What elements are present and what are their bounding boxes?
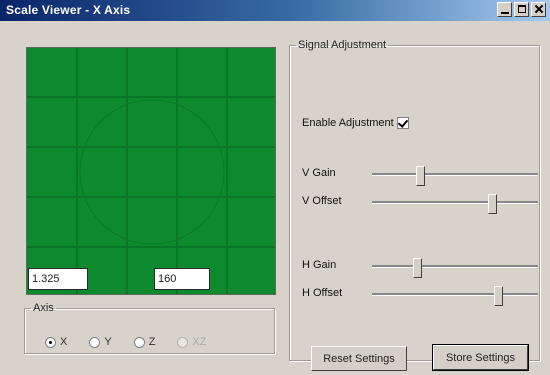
scope-readout-left[interactable]: 1.325 [28,268,88,290]
v-gain-slider-row: V Gain [302,164,538,186]
h-gain-slider[interactable] [372,258,538,278]
signal-adjustment-group: Signal Adjustment Enable Adjustment V Ga… [289,39,540,371]
window-controls [497,2,546,17]
radio-circle [177,336,189,348]
axis-group: Axis X Y Z XZ [24,302,275,354]
scope-grid [27,48,275,294]
radio-axis-x[interactable]: X [45,336,67,348]
window-client-area: 1.325 160 Axis X Y Z XZ Signal Adjustmen [0,21,550,375]
radio-label: XZ [192,336,207,348]
radio-label: Y [104,336,112,348]
v-gain-slider-thumb[interactable] [416,166,426,186]
close-icon[interactable] [531,2,546,17]
axis-legend: Axis [33,302,54,314]
enable-adjustment-row[interactable]: Enable Adjustment [302,117,409,129]
v-gain-slider[interactable] [372,166,538,186]
window-title: Scale Viewer - X Axis [6,3,131,17]
radio-circle [89,336,101,348]
radio-axis-z[interactable]: Z [133,336,156,348]
scope-display: 1.325 160 [26,47,276,295]
v-offset-slider[interactable] [372,194,538,214]
radio-axis-xz: XZ [177,336,206,348]
h-offset-slider-thumb[interactable] [494,286,504,306]
v-offset-slider-thumb[interactable] [487,194,497,214]
radio-label: Z [148,336,156,348]
reset-settings-button[interactable]: Reset Settings [311,346,407,371]
v-gain-label: V Gain [302,167,336,179]
radio-label: X [60,336,68,348]
scope-readout-right[interactable]: 160 [154,268,210,290]
h-offset-slider[interactable] [372,286,538,306]
h-gain-label: H Gain [302,259,337,271]
enable-adjustment-label: Enable Adjustment [302,117,394,129]
axis-radio-row: X Y Z XZ [45,336,228,348]
h-gain-slider-thumb[interactable] [412,258,422,278]
h-offset-label: H Offset [302,287,343,299]
v-offset-slider-row: V Offset [302,192,538,214]
store-settings-button[interactable]: Store Settings [432,344,529,371]
h-gain-slider-row: H Gain [302,256,538,278]
signal-legend: Signal Adjustment [298,39,387,51]
v-offset-label: V Offset [302,195,342,207]
radio-axis-y[interactable]: Y [89,336,112,348]
radio-circle [133,336,145,348]
minimize-icon[interactable] [497,2,512,17]
enable-adjustment-checkbox[interactable] [396,117,409,129]
maximize-icon[interactable] [514,2,529,17]
title-bar[interactable]: Scale Viewer - X Axis [0,0,550,21]
radio-circle [45,336,56,348]
h-offset-slider-row: H Offset [302,284,538,306]
